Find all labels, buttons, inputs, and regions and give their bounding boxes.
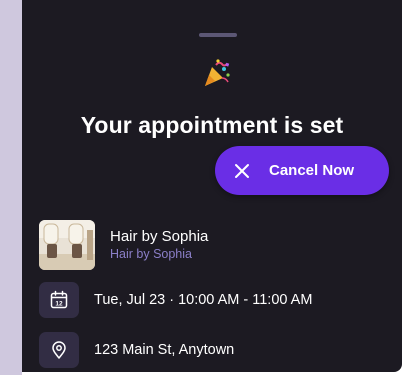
calendar-icon-box: 12 bbox=[39, 282, 79, 318]
salon-subtitle: Hair by Sophia bbox=[110, 247, 192, 261]
salon-row[interactable]: Hair by Sophia Hair by Sophia bbox=[39, 220, 208, 270]
appointment-date-time: Tue, Jul 23 · 10:00 AM - 11:00 AM bbox=[94, 292, 313, 308]
close-icon bbox=[235, 163, 249, 178]
calendar-icon: 12 bbox=[50, 290, 68, 309]
appointment-address: 123 Main St, Anytown bbox=[94, 342, 235, 358]
confirmation-title: Your appointment is set bbox=[80, 112, 344, 138]
salon-photo bbox=[39, 220, 95, 270]
location-row[interactable]: 123 Main St, Anytown bbox=[39, 332, 234, 368]
svg-text:12: 12 bbox=[55, 301, 63, 308]
date-time-row: 12 Tue, Jul 23 · 10:00 AM - 11:00 AM bbox=[39, 282, 312, 318]
appointment-bottom-sheet: Your appointment is set Cancel Now Hair … bbox=[22, 0, 402, 372]
location-icon-box bbox=[39, 332, 79, 368]
party-popper-icon bbox=[205, 59, 230, 86]
map-pin-icon bbox=[52, 341, 66, 359]
cancel-now-label: Cancel Now bbox=[269, 162, 355, 179]
cancel-now-button[interactable]: Cancel Now bbox=[215, 146, 389, 195]
salon-name: Hair by Sophia bbox=[110, 228, 209, 245]
screen: Your appointment is set Cancel Now Hair … bbox=[0, 0, 408, 375]
background-edge bbox=[0, 0, 22, 375]
drag-handle[interactable] bbox=[199, 33, 237, 37]
